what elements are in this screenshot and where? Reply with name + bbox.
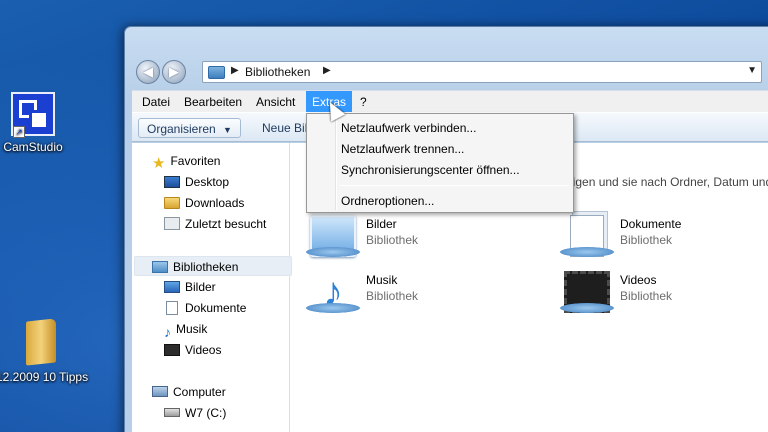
folder-icon <box>164 196 180 209</box>
address-dropdown-icon[interactable]: ▼ <box>747 65 757 76</box>
nav-downloads[interactable]: Downloads <box>164 193 244 213</box>
nav-label: Bilder <box>185 280 216 294</box>
nav-label: Computer <box>173 385 226 399</box>
videos-icon <box>164 343 180 356</box>
breadcrumb-libraries[interactable]: Bibliotheken <box>245 65 310 79</box>
menu-separator <box>339 185 569 186</box>
nav-label: Zuletzt besucht <box>185 217 267 231</box>
library-type: Bibliothek <box>620 289 673 303</box>
nav-drive-c[interactable]: W7 (C:) <box>164 403 226 423</box>
desktop-icon <box>164 175 180 188</box>
libraries-folder-icon <box>208 66 225 79</box>
nav-documents[interactable]: Dokumente <box>164 298 246 318</box>
documents-icon <box>166 300 178 315</box>
menu-item-folder-options[interactable]: Ordneroptionen... <box>341 190 434 212</box>
nav-libraries[interactable]: Bibliotheken <box>134 256 292 276</box>
address-bar[interactable]: ▶ Bibliotheken ▶ ▼ <box>202 61 762 83</box>
desktop-icon-camstudio[interactable]: ↗ CamStudio <box>0 92 78 154</box>
nav-label: Bibliotheken <box>173 260 239 274</box>
menu-bar: Datei Bearbeiten Ansicht Extras ? <box>132 90 768 113</box>
library-tile-pictures[interactable]: Bilder Bibliothek <box>306 213 510 261</box>
library-shelf-icon <box>560 247 614 257</box>
library-type: Bibliothek <box>620 233 673 247</box>
library-tile-videos[interactable]: Videos Bibliothek <box>560 269 764 317</box>
shortcut-arrow-icon: ↗ <box>13 126 25 138</box>
nav-favorites[interactable]: ★ Favoriten <box>152 151 221 172</box>
nav-pictures[interactable]: Bilder <box>164 277 216 297</box>
nav-recent[interactable]: Zuletzt besucht <box>164 214 266 234</box>
menu-item-map-network-drive[interactable]: Netzlaufwerk verbinden... <box>341 117 476 139</box>
menu-item-disconnect-network-drive[interactable]: Netzlaufwerk trennen... <box>341 138 464 160</box>
library-shelf-icon <box>560 303 614 313</box>
library-shelf-icon <box>306 303 360 313</box>
library-name: Dokumente <box>620 217 682 231</box>
recent-places-icon <box>164 217 180 231</box>
breadcrumb-chevron-icon[interactable]: ▶ <box>323 65 331 76</box>
computer-icon <box>152 386 168 398</box>
nav-label: Favoriten <box>170 154 221 168</box>
library-name: Videos <box>620 273 657 287</box>
forward-button[interactable]: ▶ <box>162 60 186 84</box>
star-icon: ★ <box>152 154 166 172</box>
library-tile-music[interactable]: ♪ Musik Bibliothek <box>306 269 510 317</box>
nav-videos[interactable]: Videos <box>164 340 221 360</box>
nav-label: Videos <box>185 343 222 357</box>
menu-bearbeiten[interactable]: Bearbeiten <box>178 91 248 113</box>
menu-datei[interactable]: Datei <box>136 91 176 113</box>
nav-label: Downloads <box>185 196 245 210</box>
libraries-icon <box>152 260 168 273</box>
camstudio-icon: ↗ <box>11 92 55 138</box>
library-type: Bibliothek <box>366 289 419 303</box>
nav-label: Musik <box>176 322 208 336</box>
extras-menu: Netzlaufwerk verbinden... Netzlaufwerk t… <box>306 113 574 213</box>
chevron-down-icon: ▼ <box>223 125 232 135</box>
library-name: Bilder <box>366 217 397 231</box>
nav-label: Dokumente <box>185 301 247 315</box>
nav-computer[interactable]: Computer <box>152 382 226 402</box>
nav-desktop[interactable]: Desktop <box>164 172 229 192</box>
address-row: ◀ ▶ ▶ Bibliotheken ▶ ▼ <box>132 58 768 86</box>
library-hint-text: eigen und sie nach Ordner, Datum und <box>566 175 768 189</box>
desktop-icon-label: CamStudio <box>3 140 63 154</box>
menu-help[interactable]: ? <box>354 91 373 113</box>
nav-label: W7 (C:) <box>185 406 227 420</box>
organize-label: Organisieren <box>147 122 216 136</box>
music-icon: ♪ <box>164 323 171 340</box>
drive-icon <box>164 408 180 418</box>
desktop-icon-label: 12.2009 10 Tipps <box>0 370 89 384</box>
library-tile-documents[interactable]: Dokumente Bibliothek <box>560 213 764 261</box>
menu-item-open-sync-center[interactable]: Synchronisierungscenter öffnen... <box>341 159 520 181</box>
folder-icon <box>26 318 56 366</box>
pictures-icon <box>164 280 180 293</box>
nav-music[interactable]: ♪ Musik <box>164 319 208 340</box>
library-name: Musik <box>366 273 398 287</box>
back-button[interactable]: ◀ <box>136 60 160 84</box>
navigation-pane: ★ Favoriten Desktop Downloads Zuletzt bes… <box>132 143 292 432</box>
desktop-icon-folder[interactable]: 12.2009 10 Tipps <box>0 318 89 384</box>
nav-label: Desktop <box>185 175 230 189</box>
library-shelf-icon <box>306 247 360 257</box>
menu-ansicht[interactable]: Ansicht <box>250 91 301 113</box>
library-type: Bibliothek <box>366 233 419 247</box>
organize-button[interactable]: Organisieren ▼ <box>138 118 241 138</box>
breadcrumb-chevron-icon[interactable]: ▶ <box>231 65 239 76</box>
